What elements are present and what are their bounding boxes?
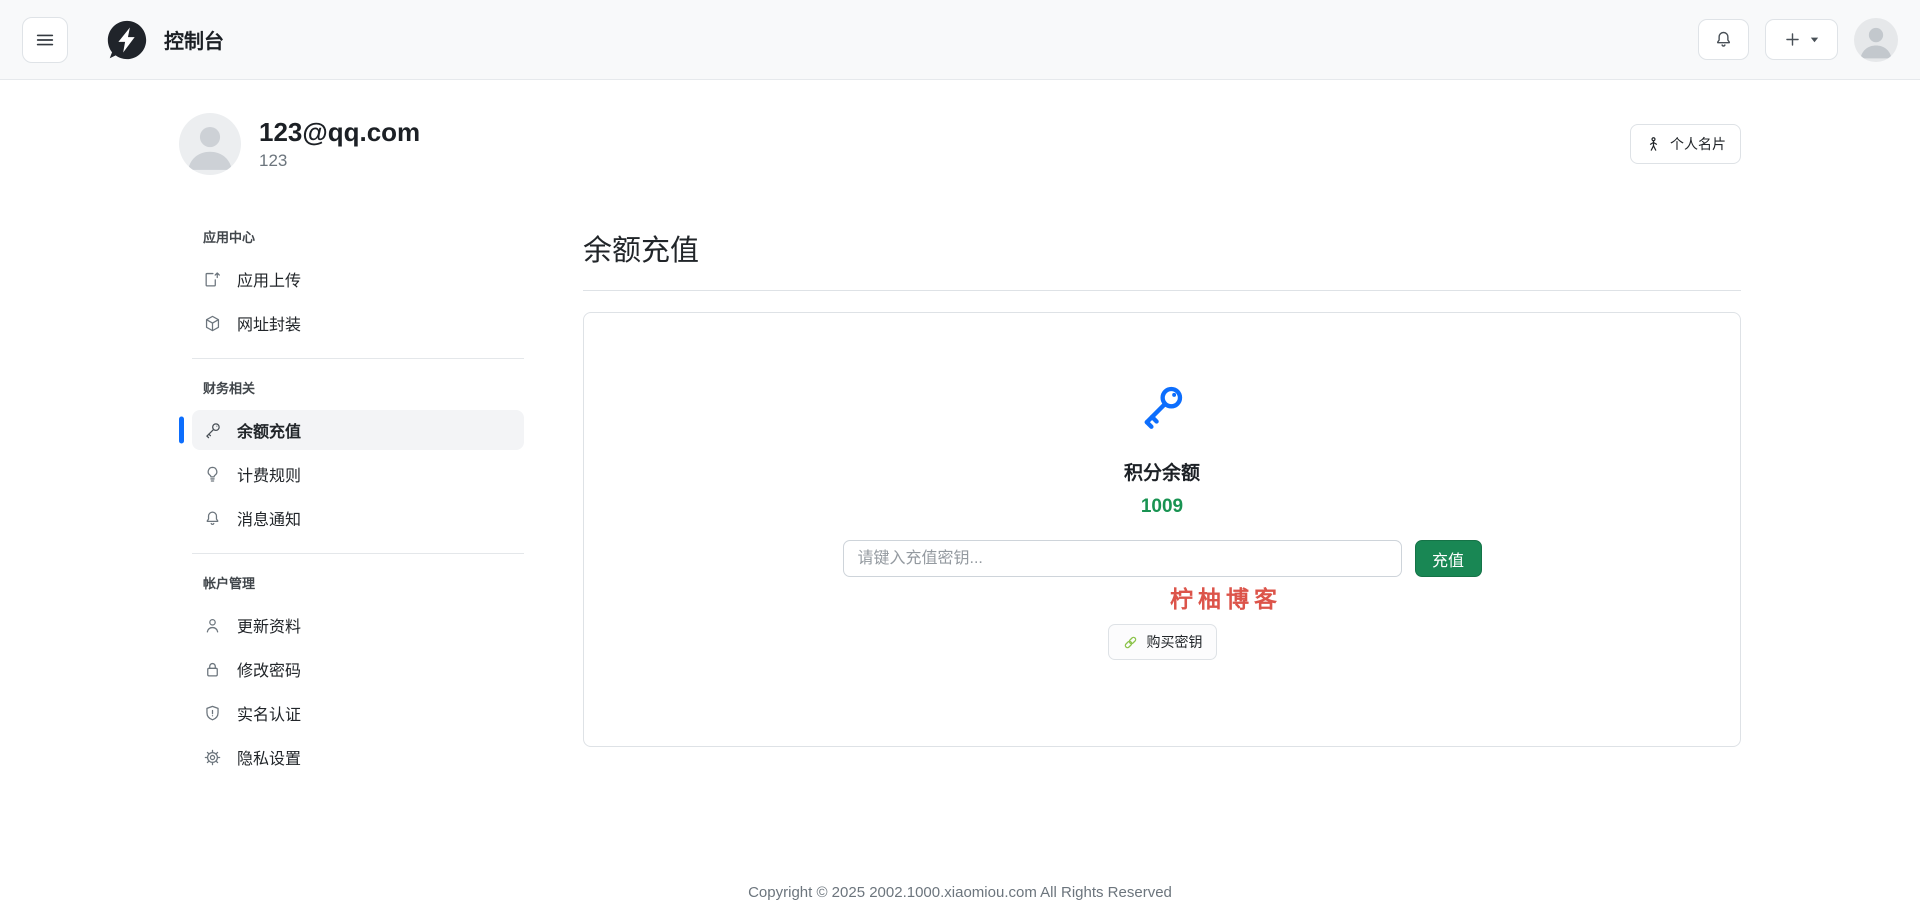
profile-email: 123@qq.com xyxy=(259,117,421,147)
bell-icon xyxy=(1713,29,1734,50)
hamburger-icon xyxy=(34,29,56,51)
lightbulb-icon xyxy=(203,465,222,484)
footer-copyright: Copyright © 2025 2002.1000.xiaomiou.com … xyxy=(748,884,1172,901)
sidebar-item-label: 实名认证 xyxy=(237,707,302,724)
navbar-actions xyxy=(1698,17,1898,62)
buy-key-button[interactable]: 购买密钥 xyxy=(1107,624,1217,660)
recharge-key-input[interactable] xyxy=(842,540,1402,577)
menu-toggle-button[interactable] xyxy=(22,16,68,63)
sidebar-item-label: 修改密码 xyxy=(237,663,302,680)
buy-key-label: 购买密钥 xyxy=(1146,634,1203,650)
sidebar-divider xyxy=(192,358,524,359)
sidebar-item-label: 余额充值 xyxy=(237,424,302,441)
sidebar-item-privacy-settings[interactable]: 隐私设置 xyxy=(192,737,524,777)
sidebar-item-label: 网址封装 xyxy=(237,317,302,334)
sidebar-item-label: 消息通知 xyxy=(237,512,302,529)
app-logo-lightning-icon xyxy=(104,17,150,63)
plus-icon xyxy=(1783,30,1802,49)
profile-text: 123@qq.com 123 xyxy=(259,117,420,171)
profile-avatar xyxy=(179,113,241,175)
sidebar-item-label: 应用上传 xyxy=(237,273,302,290)
link-icon xyxy=(1122,634,1139,651)
key-icon xyxy=(1136,381,1188,433)
page-title: 余额充值 xyxy=(583,227,1741,291)
caret-down-icon xyxy=(1809,34,1820,45)
profile-username: 123 xyxy=(259,151,288,170)
recharge-card: 积分余额 1009 充值 柠柚博客 xyxy=(583,312,1741,747)
create-dropdown-button[interactable] xyxy=(1765,19,1838,60)
notifications-button[interactable] xyxy=(1698,19,1749,60)
sidebar: 应用中心 应用上传 网址封装 财务相关 余额充值 计费规则 消息通知 帐户管理 … xyxy=(179,227,524,781)
personal-card-button[interactable]: 个人名片 xyxy=(1630,124,1741,164)
sidebar-item-notifications[interactable]: 消息通知 xyxy=(192,498,524,538)
sidebar-item-app-upload[interactable]: 应用上传 xyxy=(192,259,524,299)
profile-header: 123@qq.com 123 个人名片 xyxy=(179,113,1741,175)
sidebar-divider xyxy=(192,553,524,554)
user-avatar[interactable] xyxy=(1854,17,1898,62)
personal-card-label: 个人名片 xyxy=(1670,136,1726,152)
balance-label: 积分余额 xyxy=(1123,463,1200,484)
sidebar-item-label: 计费规则 xyxy=(237,468,302,485)
balance-value: 1009 xyxy=(1140,496,1184,517)
recharge-button[interactable]: 充值 xyxy=(1414,540,1482,577)
gear-icon xyxy=(203,748,222,767)
box-icon xyxy=(203,314,222,333)
main-panel: 余额充值 积分余额 1009 充值 柠柚博 xyxy=(583,227,1741,781)
page-app-title: 控制台 xyxy=(164,31,224,53)
upload-icon xyxy=(203,270,222,289)
top-navbar: 控制台 xyxy=(0,0,1920,80)
watermark-text: 柠柚博客 xyxy=(1170,586,1282,612)
sidebar-item-realname-verification[interactable]: 实名认证 xyxy=(192,693,524,733)
sidebar-item-balance-recharge[interactable]: 余额充值 xyxy=(192,410,524,450)
sidebar-section-account: 帐户管理 xyxy=(203,576,256,591)
sidebar-item-label: 更新资料 xyxy=(237,619,302,636)
bell-icon xyxy=(203,509,222,528)
key-icon xyxy=(203,421,222,440)
person-icon xyxy=(203,616,222,635)
recharge-form: 充值 xyxy=(842,540,1482,577)
sidebar-section-app-center: 应用中心 xyxy=(203,230,256,245)
sidebar-item-billing-rules[interactable]: 计费规则 xyxy=(192,454,524,494)
sidebar-item-update-profile[interactable]: 更新资料 xyxy=(192,605,524,645)
person-standing-icon xyxy=(1645,136,1662,153)
sidebar-item-label: 隐私设置 xyxy=(237,751,302,768)
shield-exclamation-icon xyxy=(203,704,222,723)
sidebar-item-change-password[interactable]: 修改密码 xyxy=(192,649,524,689)
lock-icon xyxy=(203,660,222,679)
sidebar-item-url-packaging[interactable]: 网址封装 xyxy=(192,303,524,343)
sidebar-section-finance: 财务相关 xyxy=(203,381,256,396)
